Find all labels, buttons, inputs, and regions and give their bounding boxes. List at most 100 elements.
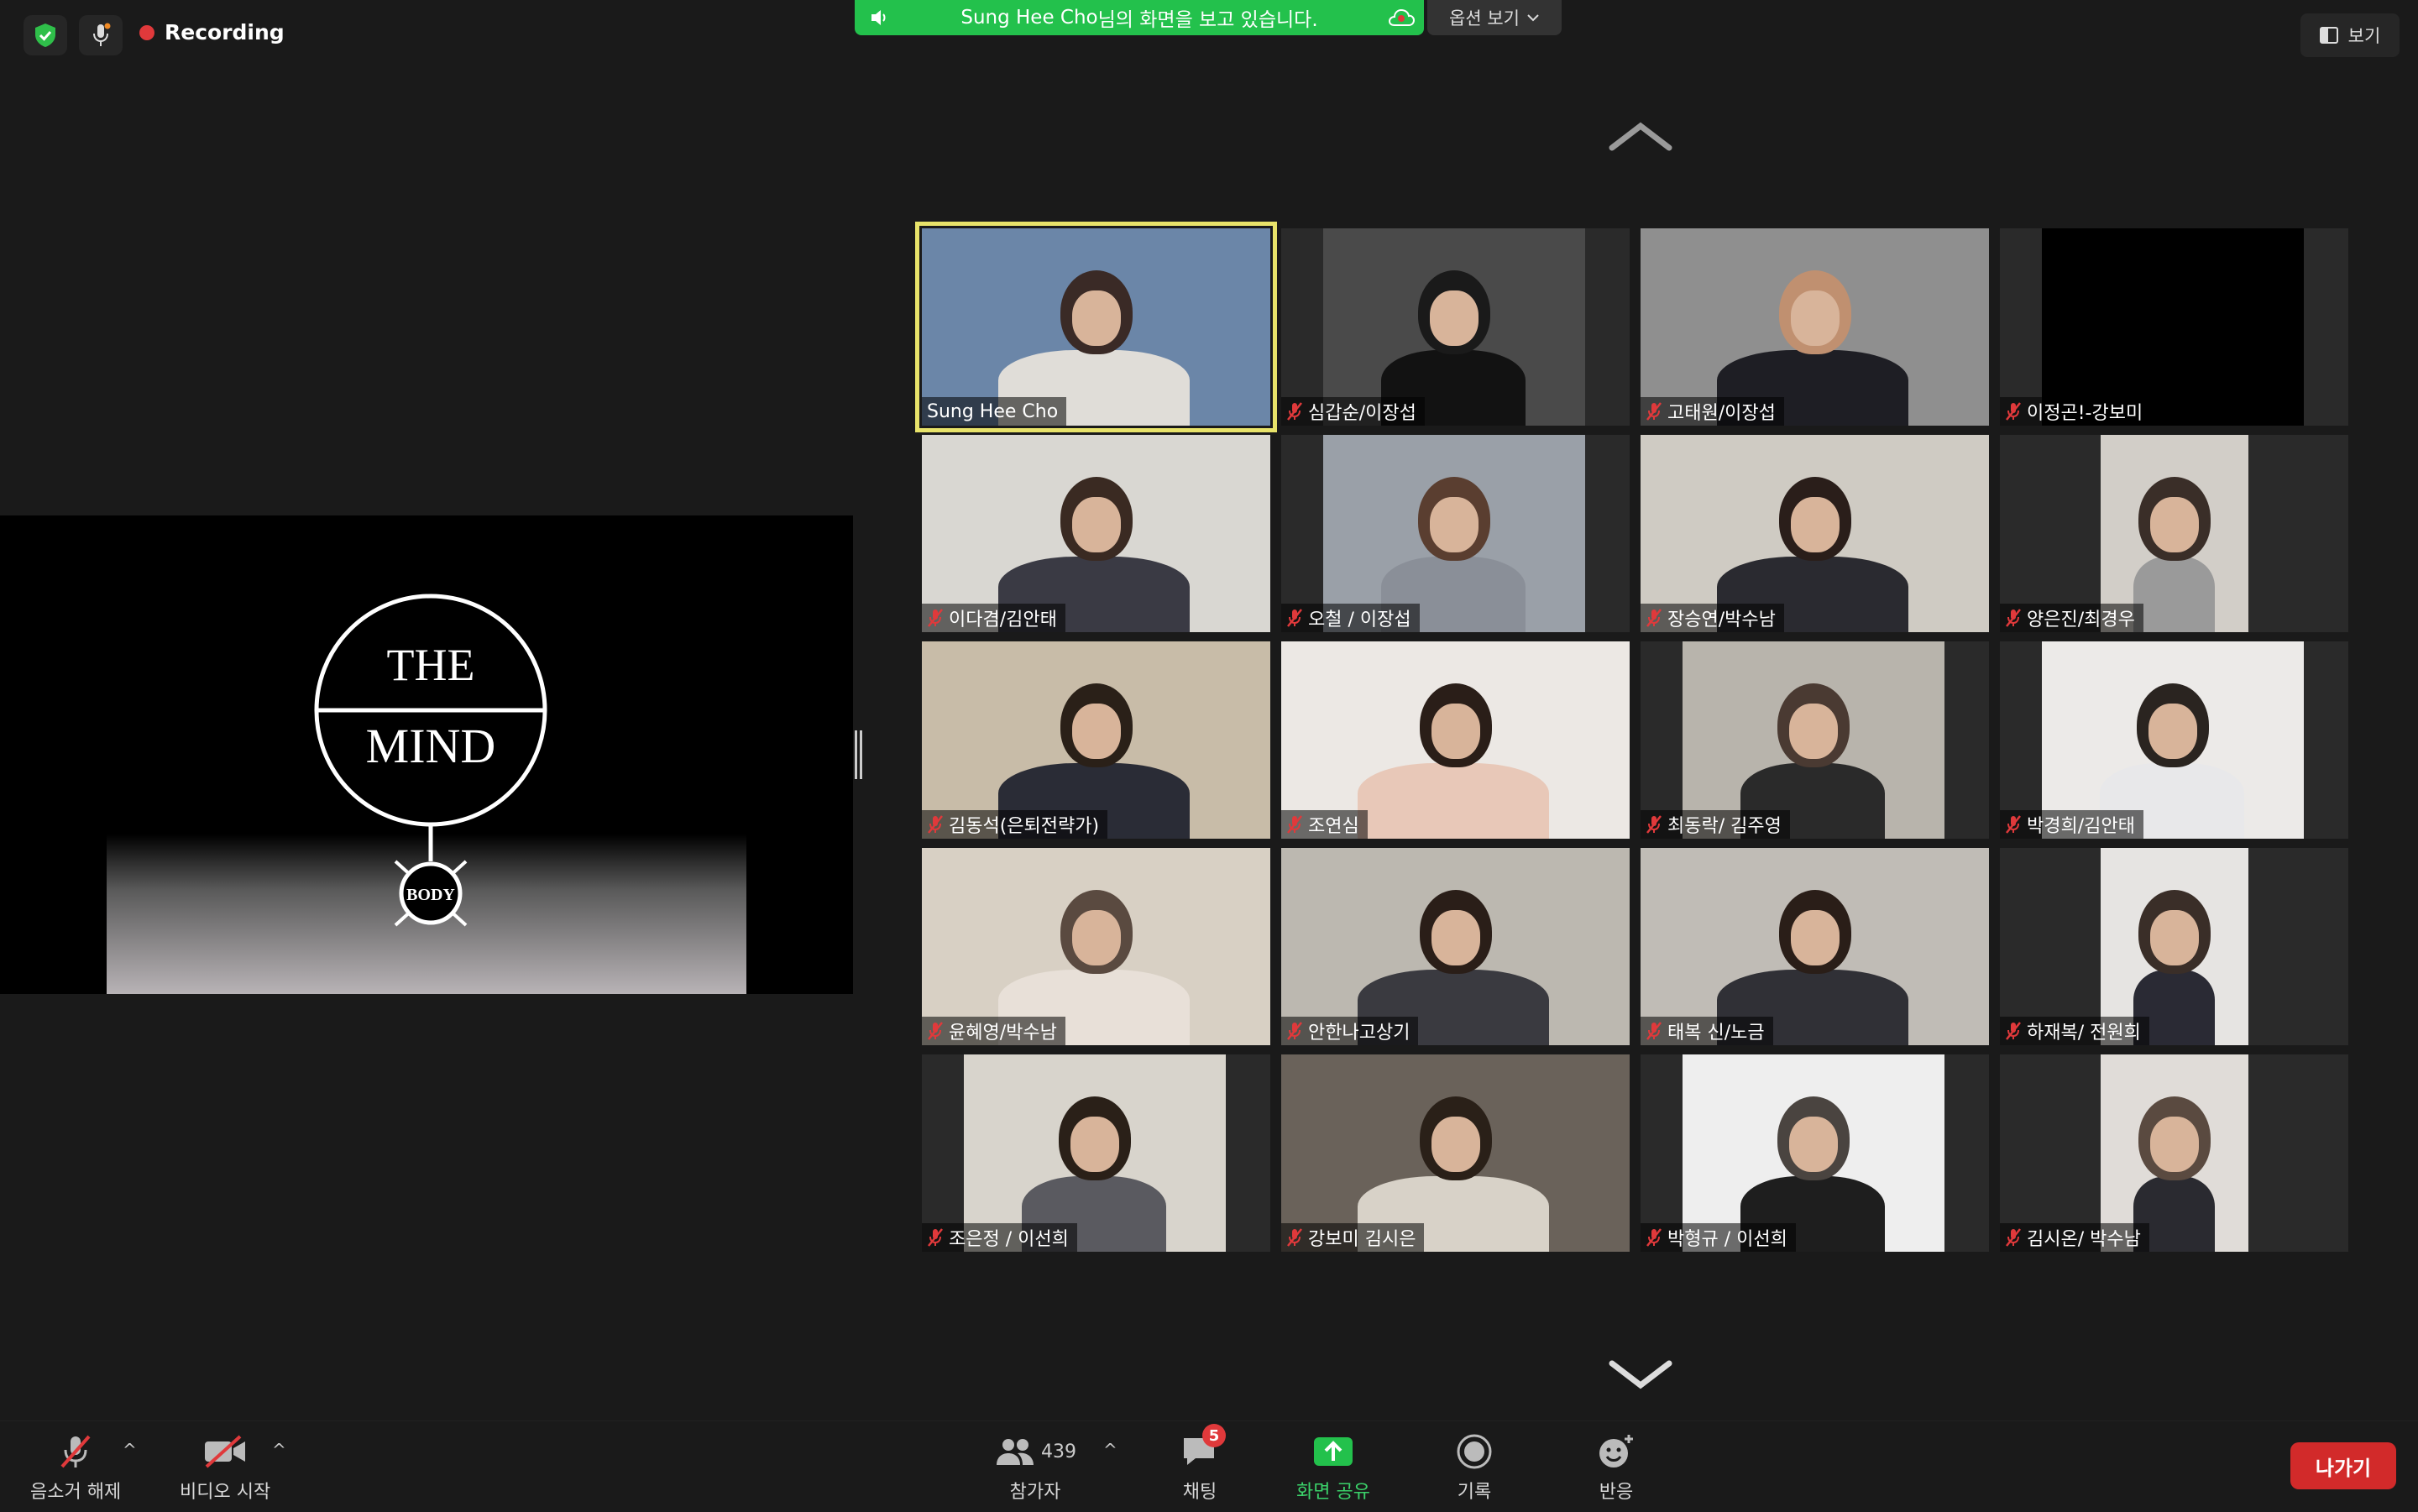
participant-video [1281,641,1630,839]
participant-video [2042,228,2304,426]
participant-name: 오철 / 이장섭 [1308,610,1411,630]
muted-microphone-icon [2006,1228,2021,1247]
participant-video [964,1054,1226,1252]
reactions-label: 반응 [1599,1482,1634,1503]
banner-presenter-name: Sung Hee Cho [960,7,1098,29]
muted-microphone-icon [2006,402,2021,421]
participant-name: 태복 신/노금 [1667,1023,1765,1044]
share-screen-button[interactable]: 화면 공유 [1296,1433,1370,1504]
microphone-muted-icon [60,1435,91,1468]
muted-microphone-icon [1646,1022,1662,1040]
participant-name: 장승연/박수남 [1667,610,1776,630]
view-button[interactable]: 보기 [2300,13,2400,57]
cloud-recording-icon [1388,8,1416,26]
participant-name: 최동락/ 김주영 [1667,816,1782,837]
shared-screen[interactable]: THE MIND BODY [0,515,853,994]
muted-microphone-icon [1646,402,1662,421]
participant-tile[interactable]: 박경희/김안태 [2000,641,2348,839]
participant-tile[interactable]: 오철 / 이장섭 [1281,435,1630,632]
recording-indicator[interactable]: Recording [139,20,285,44]
participant-tile[interactable]: 조연심 [1281,641,1630,839]
security-shield-icon[interactable] [24,15,67,55]
split-view-divider-handle[interactable] [855,730,863,779]
start-video-button[interactable]: 비디오 시작 [180,1433,270,1504]
record-button[interactable]: 기록 [1456,1433,1493,1504]
participant-name: 조은정 / 이선희 [949,1229,1069,1250]
participant-tile[interactable]: 장승연/박수남 [1641,435,1989,632]
gallery-next-page-icon[interactable] [1609,1358,1672,1392]
chat-unread-badge: 5 [1202,1424,1226,1447]
participant-tile[interactable]: 심갑순/이장섭 [1281,228,1630,426]
participant-name: 조연심 [1308,816,1359,837]
layout-icon [2319,27,2338,44]
participant-name: 강보미 김시은 [1308,1229,1416,1250]
muted-microphone-icon [1287,1022,1302,1040]
participant-name: 심갑순/이장섭 [1308,403,1416,424]
participant-video [1641,435,1989,632]
recording-label: Recording [165,20,285,44]
chat-label: 채팅 [1182,1482,1217,1503]
participant-tile[interactable]: 김동석(은퇴전략가) [922,641,1270,839]
muted-microphone-icon [928,1228,943,1247]
unmute-label: 음소거 해제 [30,1482,122,1503]
participant-name-tag: 윤혜영/박수남 [922,1017,1065,1045]
participant-video [1323,435,1585,632]
participant-name: 이정곤!-강보미 [2027,403,2143,424]
participant-tile[interactable]: Sung Hee Cho [915,222,1277,432]
participant-name: 안한나고상기 [1308,1023,1410,1044]
participant-tile[interactable]: 안한나고상기 [1281,848,1630,1045]
participant-tile[interactable]: 최동락/ 김주영 [1641,641,1989,839]
diagram-label-mind: MIND [366,719,496,773]
participant-tile[interactable]: 이다겸/김안태 [922,435,1270,632]
microphone-status-icon[interactable] [79,15,123,55]
record-label: 기록 [1457,1482,1492,1503]
unmute-button[interactable]: 음소거 해제 [30,1433,121,1504]
reactions-button[interactable]: 반응 [1597,1433,1636,1504]
participant-tile[interactable]: 양은진/최경우 [2000,435,2348,632]
participant-video [1281,1054,1630,1252]
muted-microphone-icon [928,609,943,627]
participants-options-caret-icon[interactable]: ^ [1103,1440,1117,1460]
participants-label: 참가자 [1009,1482,1061,1503]
participant-tile[interactable]: 박형규 / 이선희 [1641,1054,1989,1252]
participant-name-tag: 조연심 [1281,810,1368,839]
participant-video [1641,228,1989,426]
muted-microphone-icon [2006,815,2021,834]
participant-video [1323,228,1585,426]
muted-microphone-icon [1287,609,1302,627]
participant-tile[interactable]: 윤혜영/박수남 [922,848,1270,1045]
participant-video [2101,848,2248,1045]
muted-microphone-icon [928,1022,943,1040]
participant-name-tag: 김시온/ 박수남 [2000,1223,2149,1252]
screen-share-banner: Sung Hee Cho 님의 화면을 보고 있습니다. [855,0,1424,35]
audio-options-caret-icon[interactable]: ^ [123,1440,137,1460]
participant-name-tag: 조은정 / 이선희 [922,1223,1077,1252]
participant-name-tag: 고태원/이장섭 [1641,397,1784,426]
participant-video [922,641,1270,839]
participant-tile[interactable]: 이정곤!-강보미 [2000,228,2348,426]
participant-name-tag: 이다겸/김안태 [922,604,1065,632]
participant-name: 하재복/ 전원희 [2027,1023,2141,1044]
view-options-dropdown[interactable]: 옵션 보기 [1427,0,1562,35]
participant-tile[interactable]: 태복 신/노금 [1641,848,1989,1045]
participant-name-tag: 장승연/박수남 [1641,604,1784,632]
participant-name-tag: 박형규 / 이선희 [1641,1223,1796,1252]
video-options-caret-icon[interactable]: ^ [272,1440,286,1460]
participant-tile[interactable]: 조은정 / 이선희 [922,1054,1270,1252]
muted-microphone-icon [1287,815,1302,834]
participant-tile[interactable]: 고태원/이장섭 [1641,228,1989,426]
participants-button[interactable]: 439 참가자 [994,1433,1076,1504]
participant-name-tag: 태복 신/노금 [1641,1017,1773,1045]
participant-tile[interactable]: 강보미 김시은 [1281,1054,1630,1252]
participant-name-tag: 이정곤!-강보미 [2000,397,2152,426]
gallery-prev-page-icon[interactable] [1609,119,1672,153]
participant-name-tag: 양은진/최경우 [2000,604,2143,632]
leave-button[interactable]: 나가기 [2290,1442,2396,1489]
participant-tile[interactable]: 김시온/ 박수남 [2000,1054,2348,1252]
participant-name-tag: 강보미 김시은 [1281,1223,1425,1252]
participant-name: 고태원/이장섭 [1667,403,1776,424]
muted-microphone-icon [1646,815,1662,834]
participant-tile[interactable]: 하재복/ 전원희 [2000,848,2348,1045]
top-bar: Recording Sung Hee Cho 님의 화면을 보고 있습니다. 옵션… [0,0,2418,67]
recording-dot-icon [139,24,154,40]
